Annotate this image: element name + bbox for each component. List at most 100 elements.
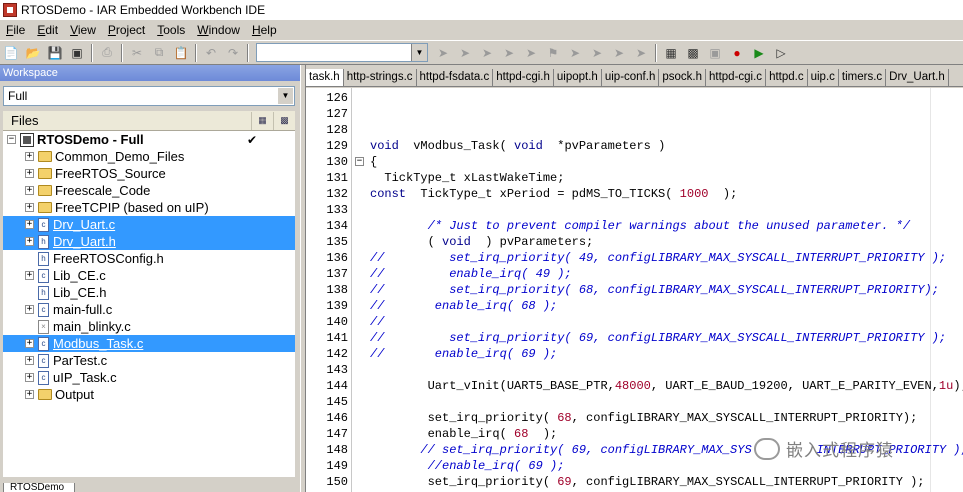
tree-item[interactable]: + c ParTest.c [3, 352, 295, 369]
tree-item-label: Output [55, 387, 95, 402]
editor-tab[interactable]: uip-conf.h [601, 69, 660, 86]
line-number: 136 [326, 251, 348, 265]
make-icon[interactable]: ▩ [683, 43, 703, 63]
navigate-back-icon[interactable]: ➤ [631, 43, 651, 63]
menu-help[interactable]: Help [246, 23, 283, 37]
tree-item[interactable]: + c main-full.c [3, 301, 295, 318]
undo-icon[interactable]: ↶ [201, 43, 221, 63]
menu-project[interactable]: Project [102, 23, 151, 37]
collapse-icon[interactable]: − [355, 157, 364, 166]
redo-icon[interactable]: ↷ [223, 43, 243, 63]
folder-icon [38, 151, 52, 162]
expand-icon[interactable]: + [25, 271, 34, 280]
line-number: 140 [326, 315, 348, 329]
chevron-down-icon[interactable]: ▼ [411, 44, 427, 61]
find-prev-icon[interactable]: ➤ [455, 43, 475, 63]
bookmark-icon[interactable]: ⚑ [543, 43, 563, 63]
expand-icon[interactable]: + [25, 356, 34, 365]
save-all-icon[interactable]: ▣ [67, 43, 87, 63]
code-editor[interactable]: 126 127 128 129 void vModbus_Task( void *pvP… [306, 88, 963, 492]
folder-icon [38, 185, 52, 196]
expand-icon[interactable]: + [25, 339, 34, 348]
tree-item[interactable]: + c uIP_Task.c [3, 369, 295, 386]
goto-icon[interactable]: ➤ [521, 43, 541, 63]
open-folder-icon[interactable]: 📂 [23, 43, 43, 63]
code-line: 144 Uart_vInit(UART5_BASE_PTR,48000, UAR… [306, 378, 963, 394]
menu-edit[interactable]: Edit [31, 23, 64, 37]
chevron-down-icon[interactable]: ▼ [278, 88, 293, 104]
menu-file[interactable]: File [0, 23, 31, 37]
editor-tab[interactable]: httpd-cgi.h [493, 69, 554, 86]
editor-tab[interactable]: timers.c [838, 69, 887, 86]
editor-tab[interactable]: http-strings.c [343, 69, 417, 86]
file-icon: c [38, 302, 49, 317]
tree-item[interactable]: + FreeRTOS_Source [3, 165, 295, 182]
workspace-tab[interactable]: RTOSDemo [3, 483, 75, 492]
editor-tab[interactable]: task.h [306, 69, 344, 86]
code-token: TickType_t xLastWakeTime; [370, 171, 565, 185]
expand-icon[interactable]: + [25, 373, 34, 382]
debug-without-download-icon[interactable]: ▷ [771, 43, 791, 63]
tree-item[interactable]: h FreeRTOSConfig.h [3, 250, 295, 267]
tree-item[interactable]: + FreeTCPIP (based on uIP) [3, 199, 295, 216]
expand-icon[interactable]: + [25, 152, 34, 161]
new-file-icon[interactable]: 📄 [1, 43, 21, 63]
menu-window[interactable]: Window [191, 23, 246, 37]
editor-tab[interactable]: uipopt.h [553, 69, 602, 86]
expand-icon[interactable]: + [25, 220, 34, 229]
editor-tab[interactable]: psock.h [659, 69, 706, 86]
tree-item[interactable]: + Freescale_Code [3, 182, 295, 199]
expand-icon[interactable]: + [25, 186, 34, 195]
line-number: 145 [326, 395, 348, 409]
build-status-column-icon[interactable]: ▦ [251, 111, 273, 130]
tree-item[interactable]: + Output [3, 386, 295, 403]
find-combo[interactable]: ▼ [256, 43, 428, 62]
editor-tab[interactable]: uip.c [807, 69, 839, 86]
editor-tab[interactable]: httpd-cgi.c [706, 69, 767, 86]
cut-icon[interactable]: ✂ [127, 43, 147, 63]
code-text: void vModbus_Task( void *pvParameters ) [370, 138, 665, 154]
tree-item[interactable]: + Common_Demo_Files [3, 148, 295, 165]
print-icon[interactable]: ⎙ [97, 43, 117, 63]
compile-icon[interactable]: ▦ [661, 43, 681, 63]
menu-view[interactable]: View [64, 23, 102, 37]
tree-item[interactable]: × main_blinky.c [3, 318, 295, 335]
menu-label-rest: ile [13, 23, 26, 37]
tree-item[interactable]: + h Drv_Uart.h [3, 233, 295, 250]
code-text: const TickType_t xPeriod = pdMS_TO_TICKS… [370, 186, 737, 202]
tree-item-label: Modbus_Task.c [53, 336, 144, 351]
menu-label-rest: roject [115, 23, 146, 37]
editor-tab[interactable]: httpd-fsdata.c [416, 69, 494, 86]
navigate-forward-icon[interactable]: ➤ [609, 43, 629, 63]
tree-item[interactable]: + c Drv_Uart.c [3, 216, 295, 233]
expand-icon[interactable]: + [25, 390, 34, 399]
tree-item[interactable]: − RTOSDemo - Full ✔ [3, 131, 295, 148]
tree-item[interactable]: + c Modbus_Task.c [3, 335, 295, 352]
collapse-icon[interactable]: − [7, 135, 16, 144]
paste-icon[interactable]: 📋 [171, 43, 191, 63]
options-column-icon[interactable]: ▩ [273, 111, 295, 130]
editor-tab[interactable]: Drv_Uart.h [886, 69, 949, 86]
stop-build-icon[interactable]: ▣ [705, 43, 725, 63]
main-toolbar: 📄 📂 💾 ▣ ⎙ ✂ ⧉ 📋 ↶ ↷ ▼ ➤ ➤ ➤ ➤ ➤ ⚑ ➤ ➤ ➤ … [0, 40, 963, 65]
code-line: 130−{ [306, 154, 963, 170]
save-icon[interactable]: 💾 [45, 43, 65, 63]
tree-item[interactable]: h Lib_CE.h [3, 284, 295, 301]
find-next-icon[interactable]: ➤ [433, 43, 453, 63]
copy-icon[interactable]: ⧉ [149, 43, 169, 63]
debug-icon[interactable]: ▶ [749, 43, 769, 63]
next-bookmark-icon[interactable]: ➤ [565, 43, 585, 63]
prev-bookmark-icon[interactable]: ➤ [587, 43, 607, 63]
editor-tab[interactable]: httpd.c [766, 69, 808, 86]
configuration-select[interactable]: Full ▼ [3, 86, 295, 106]
expand-icon[interactable]: + [25, 237, 34, 246]
expand-icon[interactable]: + [25, 305, 34, 314]
window-title: RTOSDemo - IAR Embedded Workbench IDE [21, 3, 266, 17]
menu-tools[interactable]: Tools [151, 23, 191, 37]
toggle-breakpoint-icon[interactable]: ● [727, 43, 747, 63]
tree-item[interactable]: + c Lib_CE.c [3, 267, 295, 284]
find-in-files-icon[interactable]: ➤ [477, 43, 497, 63]
expand-icon[interactable]: + [25, 203, 34, 212]
replace-icon[interactable]: ➤ [499, 43, 519, 63]
expand-icon[interactable]: + [25, 169, 34, 178]
